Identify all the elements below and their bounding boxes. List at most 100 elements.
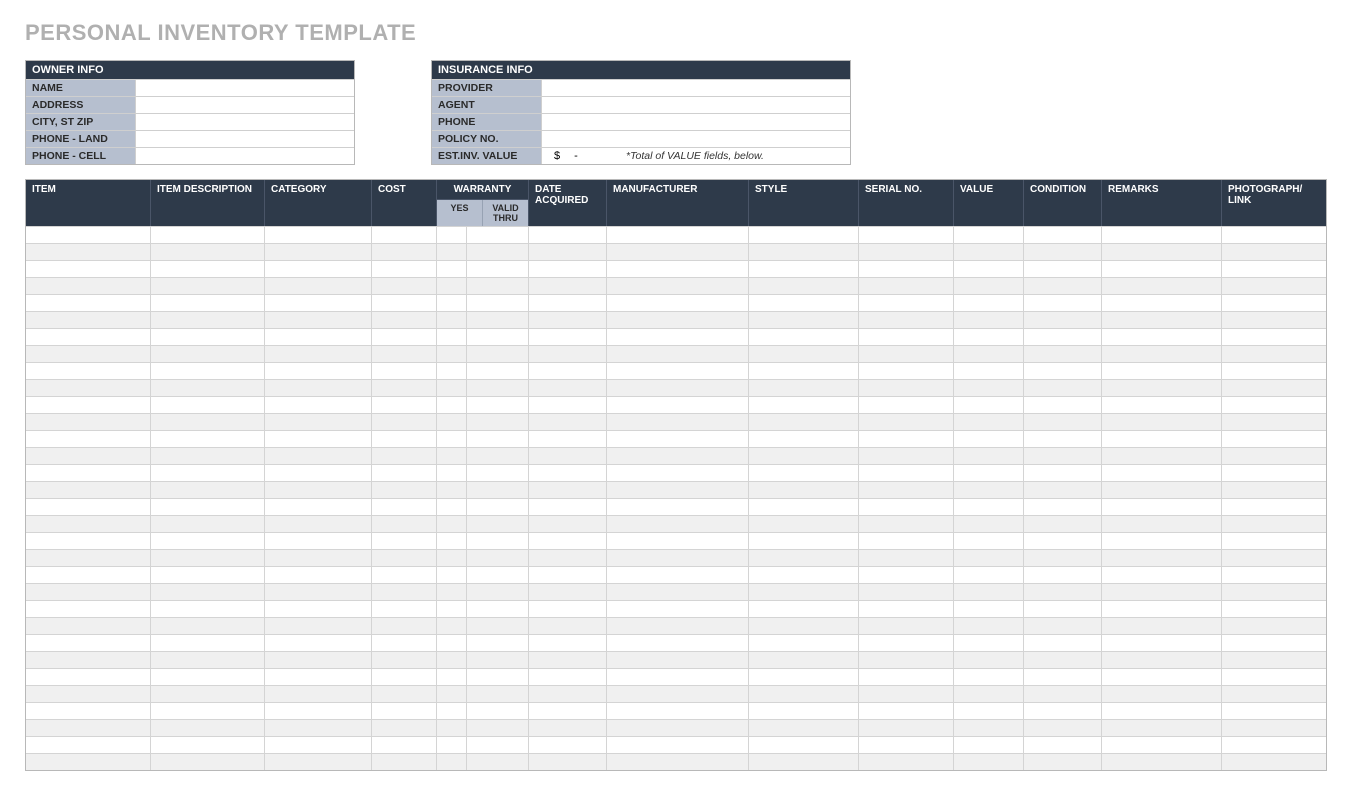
table-cell[interactable] — [529, 414, 607, 430]
table-cell[interactable] — [467, 261, 529, 277]
table-cell[interactable] — [1024, 295, 1102, 311]
table-cell[interactable] — [437, 754, 467, 770]
table-cell[interactable] — [954, 363, 1024, 379]
table-cell[interactable] — [151, 703, 265, 719]
table-cell[interactable] — [265, 465, 372, 481]
table-cell[interactable] — [151, 278, 265, 294]
table-cell[interactable] — [151, 550, 265, 566]
table-cell[interactable] — [1024, 346, 1102, 362]
table-cell[interactable] — [1102, 533, 1222, 549]
table-cell[interactable] — [437, 261, 467, 277]
table-cell[interactable] — [529, 754, 607, 770]
table-cell[interactable] — [467, 346, 529, 362]
table-cell[interactable] — [529, 533, 607, 549]
table-cell[interactable] — [749, 278, 859, 294]
table-cell[interactable] — [265, 244, 372, 260]
table-cell[interactable] — [954, 601, 1024, 617]
table-cell[interactable] — [1102, 567, 1222, 583]
table-cell[interactable] — [607, 431, 749, 447]
table-cell[interactable] — [954, 312, 1024, 328]
table-cell[interactable] — [529, 397, 607, 413]
table-cell[interactable] — [529, 431, 607, 447]
table-cell[interactable] — [1102, 737, 1222, 753]
table-cell[interactable] — [1102, 516, 1222, 532]
table-cell[interactable] — [437, 244, 467, 260]
table-cell[interactable] — [954, 227, 1024, 243]
table-cell[interactable] — [529, 380, 607, 396]
table-cell[interactable] — [607, 584, 749, 600]
table-cell[interactable] — [372, 703, 437, 719]
table-cell[interactable] — [954, 278, 1024, 294]
table-cell[interactable] — [1222, 244, 1324, 260]
insurance-field-value[interactable] — [542, 97, 850, 113]
table-cell[interactable] — [467, 482, 529, 498]
table-cell[interactable] — [1024, 329, 1102, 345]
table-cell[interactable] — [1024, 567, 1102, 583]
table-cell[interactable] — [26, 601, 151, 617]
table-cell[interactable] — [954, 329, 1024, 345]
table-cell[interactable] — [265, 431, 372, 447]
table-cell[interactable] — [265, 363, 372, 379]
table-cell[interactable] — [1222, 584, 1324, 600]
table-cell[interactable] — [1024, 227, 1102, 243]
table-cell[interactable] — [437, 414, 467, 430]
table-cell[interactable] — [749, 669, 859, 685]
table-cell[interactable] — [26, 312, 151, 328]
table-cell[interactable] — [1024, 584, 1102, 600]
table-cell[interactable] — [467, 448, 529, 464]
table-cell[interactable] — [437, 652, 467, 668]
table-cell[interactable] — [607, 448, 749, 464]
table-cell[interactable] — [1102, 703, 1222, 719]
table-cell[interactable] — [26, 584, 151, 600]
table-cell[interactable] — [372, 329, 437, 345]
table-cell[interactable] — [859, 346, 954, 362]
table-cell[interactable] — [954, 261, 1024, 277]
table-cell[interactable] — [859, 499, 954, 515]
table-cell[interactable] — [749, 550, 859, 566]
table-cell[interactable] — [151, 584, 265, 600]
table-cell[interactable] — [859, 652, 954, 668]
table-cell[interactable] — [265, 380, 372, 396]
table-cell[interactable] — [1102, 652, 1222, 668]
table-cell[interactable] — [1102, 363, 1222, 379]
table-cell[interactable] — [859, 465, 954, 481]
owner-field-value[interactable] — [136, 148, 354, 164]
table-cell[interactable] — [749, 414, 859, 430]
table-cell[interactable] — [1222, 516, 1324, 532]
table-cell[interactable] — [749, 652, 859, 668]
table-cell[interactable] — [467, 720, 529, 736]
table-cell[interactable] — [372, 635, 437, 651]
table-cell[interactable] — [265, 414, 372, 430]
table-cell[interactable] — [372, 482, 437, 498]
table-cell[interactable] — [26, 754, 151, 770]
table-cell[interactable] — [749, 499, 859, 515]
table-cell[interactable] — [954, 635, 1024, 651]
table-cell[interactable] — [265, 482, 372, 498]
table-cell[interactable] — [859, 295, 954, 311]
table-cell[interactable] — [372, 414, 437, 430]
table-cell[interactable] — [859, 618, 954, 634]
table-cell[interactable] — [1024, 414, 1102, 430]
table-cell[interactable] — [1102, 482, 1222, 498]
table-cell[interactable] — [151, 312, 265, 328]
table-cell[interactable] — [529, 567, 607, 583]
table-cell[interactable] — [954, 567, 1024, 583]
owner-field-value[interactable] — [136, 97, 354, 113]
table-cell[interactable] — [607, 312, 749, 328]
table-cell[interactable] — [467, 703, 529, 719]
table-cell[interactable] — [749, 635, 859, 651]
table-cell[interactable] — [1222, 567, 1324, 583]
table-cell[interactable] — [859, 584, 954, 600]
table-cell[interactable] — [265, 669, 372, 685]
table-cell[interactable] — [954, 533, 1024, 549]
table-cell[interactable] — [372, 363, 437, 379]
table-cell[interactable] — [151, 431, 265, 447]
table-cell[interactable] — [1102, 618, 1222, 634]
table-cell[interactable] — [1222, 312, 1324, 328]
table-cell[interactable] — [529, 329, 607, 345]
table-cell[interactable] — [265, 686, 372, 702]
table-cell[interactable] — [859, 261, 954, 277]
table-cell[interactable] — [1024, 652, 1102, 668]
table-cell[interactable] — [749, 380, 859, 396]
table-cell[interactable] — [151, 686, 265, 702]
